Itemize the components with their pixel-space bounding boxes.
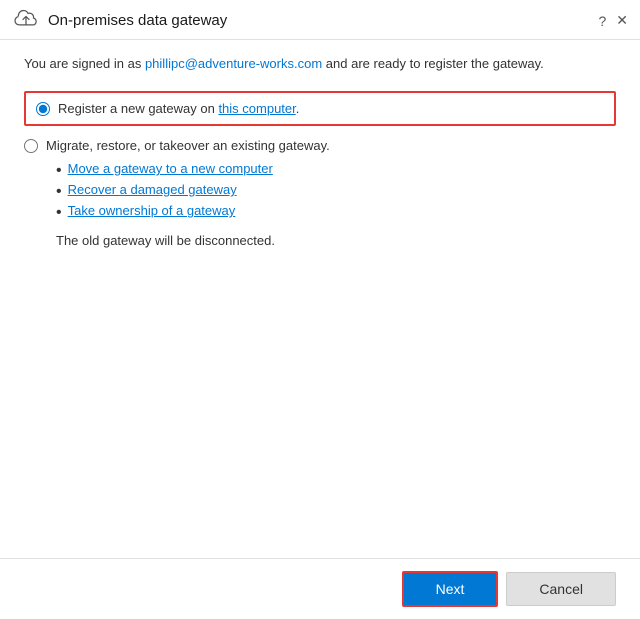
migrate-radio[interactable] [24,139,38,153]
disconnect-note: The old gateway will be disconnected. [56,233,616,248]
next-button[interactable]: Next [402,571,499,607]
cloud-icon [12,8,40,33]
bullet-item-1: • Move a gateway to a new computer [56,161,616,180]
dialog-footer: Next Cancel [0,558,640,619]
option-migrate-header: Migrate, restore, or takeover an existin… [24,138,616,153]
signed-in-suffix: and are ready to register the gateway. [322,56,544,71]
register-new-label[interactable]: Register a new gateway on this computer. [58,101,299,116]
cancel-button[interactable]: Cancel [506,572,616,606]
migrate-label[interactable]: Migrate, restore, or takeover an existin… [46,138,330,153]
bullet-item-3: • Take ownership of a gateway [56,203,616,222]
register-label-suffix: . [296,101,300,116]
bullet-symbol-3: • [56,203,62,222]
dialog-title: On-premises data gateway [48,12,227,29]
register-label-prefix: Register a new gateway on [58,101,218,116]
dialog-content: You are signed in as phillipc@adventure-… [0,40,640,558]
bullet-symbol-1: • [56,161,62,180]
bullet-list: • Move a gateway to a new computer • Rec… [56,161,616,225]
bullet-item-2: • Recover a damaged gateway [56,182,616,201]
option-migrate-container: Migrate, restore, or takeover an existin… [24,138,616,248]
bullet-link-1[interactable]: Move a gateway to a new computer [68,161,273,176]
bullet-link-3[interactable]: Take ownership of a gateway [68,203,236,218]
close-button[interactable]: ✕ [616,12,628,29]
title-bar-controls: ? ✕ [598,12,628,29]
register-new-radio[interactable] [36,102,50,116]
signed-in-message: You are signed in as phillipc@adventure-… [24,56,616,71]
user-email: phillipc@adventure-works.com [145,56,322,71]
bullet-symbol-2: • [56,182,62,201]
signed-in-prefix: You are signed in as [24,56,145,71]
help-button[interactable]: ? [598,13,606,29]
title-bar: On-premises data gateway ? ✕ [0,0,640,40]
title-bar-left: On-premises data gateway [12,8,227,33]
register-label-link: this computer [218,101,295,116]
option-register-container: Register a new gateway on this computer. [24,91,616,126]
bullet-link-2[interactable]: Recover a damaged gateway [68,182,237,197]
